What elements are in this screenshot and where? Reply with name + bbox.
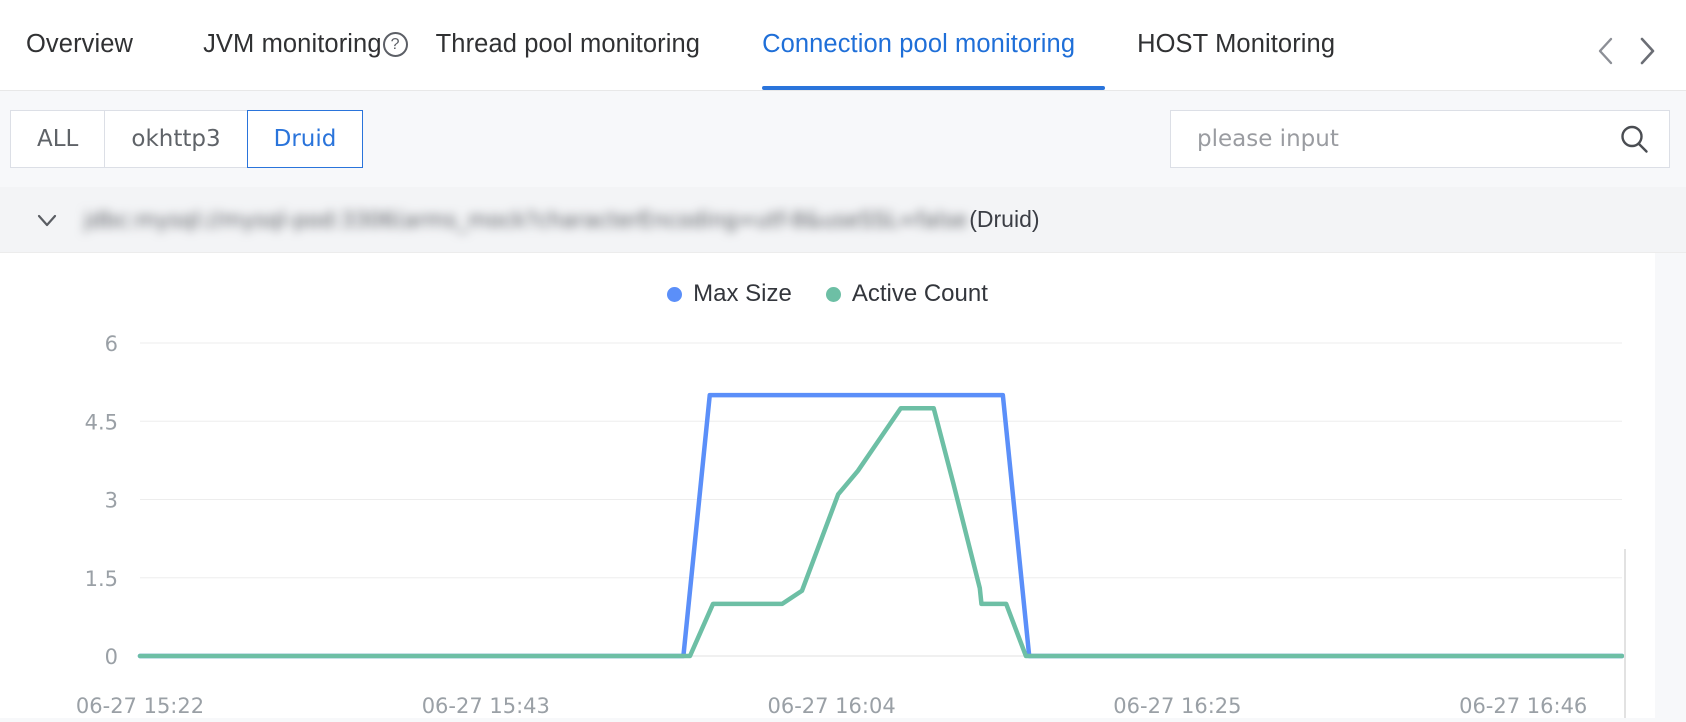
tab-connection-pool-monitoring[interactable]: Connection pool monitoring — [762, 0, 1106, 90]
search-box[interactable] — [1170, 110, 1670, 168]
segment-druid[interactable]: Druid — [246, 110, 364, 168]
primary-tab-bar: Overview JVM monitoring ? Thread pool mo… — [0, 0, 1686, 91]
chevron-right-icon[interactable] — [1634, 34, 1660, 68]
segment-druid-label: Druid — [273, 126, 337, 152]
x-axis-tick-label: 06-27 16:25 — [1113, 694, 1241, 718]
help-circle-icon[interactable]: ? — [382, 32, 408, 57]
x-axis-tick-label: 06-27 15:22 — [76, 694, 204, 718]
vertical-scrollbar[interactable] — [1624, 549, 1626, 718]
legend-dot-active-count — [825, 286, 841, 302]
tab-connection-pool-monitoring-label: Connection pool monitoring — [762, 29, 1076, 58]
tab-list: Overview JVM monitoring ? Thread pool mo… — [26, 0, 1594, 90]
legend-label-max-size: Max Size — [693, 280, 792, 307]
page-right-gutter — [1655, 260, 1686, 722]
x-axis-tick-label: 06-27 16:46 — [1459, 694, 1587, 718]
tab-jvm-monitoring[interactable]: JVM monitoring ? — [203, 0, 408, 90]
filter-bar: ALL okhttp3 Druid — [0, 91, 1686, 187]
x-axis-tick-label: 06-27 16:04 — [767, 694, 895, 718]
tab-host-monitoring-label: HOST Monitoring — [1137, 29, 1336, 58]
tab-thread-pool-monitoring-label: Thread pool monitoring — [435, 29, 701, 58]
y-axis-tick-label: 1.5 — [85, 567, 118, 591]
legend-label-active-count: Active Count — [851, 280, 988, 307]
y-axis-tick-label: 0 — [105, 645, 118, 669]
datasource-title: jdbc:mysql://mysql-pod:3306(arms_mock?ch… — [84, 206, 1040, 233]
tab-host-monitoring[interactable]: HOST Monitoring — [1137, 0, 1365, 90]
legend-dot-max-size — [667, 286, 683, 302]
segment-okhttp3[interactable]: okhttp3 — [104, 110, 247, 168]
search-icon[interactable] — [1617, 122, 1651, 156]
datasource-type-suffix: (Druid) — [969, 206, 1040, 232]
connection-pool-chart-card: Max Size Active Count 0 1.5 3 4.5 6 06-27 15:… — [0, 253, 1655, 718]
tab-thread-pool-monitoring[interactable]: Thread pool monitoring — [436, 0, 730, 90]
x-axis-tick-label: 06-27 15:43 — [422, 694, 550, 718]
tab-overview-label: Overview — [26, 29, 134, 58]
active-tab-underline — [762, 86, 1106, 90]
tab-overview[interactable]: Overview — [26, 0, 133, 90]
chevron-left-icon[interactable] — [1594, 34, 1620, 68]
tab-scroll-controls — [1594, 34, 1686, 90]
connection-pool-type-segmented-control: ALL okhttp3 Druid — [10, 110, 364, 168]
datasource-url: jdbc:mysql://mysql-pod:3306(arms_mock?ch… — [84, 208, 968, 232]
line-chart-plot[interactable]: 0 1.5 3 4.5 6 06-27 15:22 06-27 15:43 06-27 16:… — [0, 313, 1655, 718]
legend-item-max-size[interactable]: Max Size — [667, 280, 792, 308]
y-axis-tick-label: 4.5 — [85, 410, 118, 434]
datasource-panel-header[interactable]: jdbc:mysql://mysql-pod:3306(arms_mock?ch… — [0, 187, 1686, 253]
segment-all[interactable]: ALL — [10, 110, 105, 168]
chart-legend: Max Size Active Count — [0, 253, 1655, 308]
series-line-active-count — [137, 405, 1625, 659]
legend-item-active-count[interactable]: Active Count — [825, 280, 988, 308]
segment-okhttp3-label: okhttp3 — [131, 126, 221, 152]
y-axis-tick-label: 6 — [105, 332, 118, 356]
tab-jvm-monitoring-label: JVM monitoring — [203, 29, 382, 58]
chart-svg: 0 1.5 3 4.5 6 06-27 15:22 06-27 15:43 06-27 16:… — [76, 332, 1625, 718]
y-axis-tick-label: 3 — [105, 489, 118, 513]
search-input[interactable] — [1195, 125, 1617, 153]
chevron-down-icon[interactable] — [34, 207, 60, 233]
segment-all-label: ALL — [37, 126, 79, 152]
